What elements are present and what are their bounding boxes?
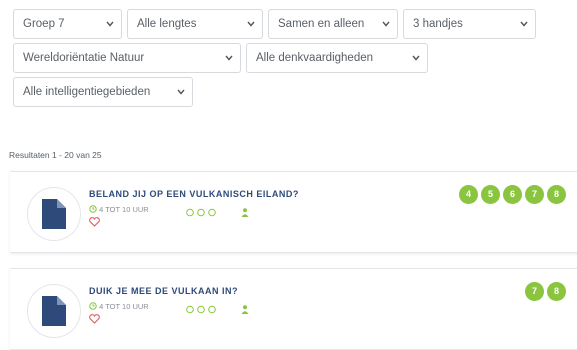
- grade-badge[interactable]: 6: [503, 185, 522, 204]
- grade-badge[interactable]: 7: [525, 282, 544, 301]
- lesson-duration: 4 TOT 10 UUR: [89, 302, 149, 311]
- group-select-value: Groep 7: [23, 18, 65, 30]
- intelligence-select[interactable]: Alle intelligentiegebieden: [13, 77, 193, 107]
- hands-icon: [186, 305, 216, 314]
- grade-badges: 4 5 6 7 8: [459, 185, 566, 204]
- person-icon: [241, 305, 249, 314]
- lesson-card[interactable]: BELAND JIJ OP EEN VULKANISCH EILAND? 4 T…: [10, 171, 577, 253]
- chevron-down-icon: [177, 89, 185, 95]
- thinking-skills-select[interactable]: Alle denkvaardigheden: [246, 43, 428, 73]
- intelligence-select-value: Alle intelligentiegebieden: [23, 86, 151, 98]
- lesson-duration-text: 4 TOT 10 UUR: [99, 302, 149, 311]
- world-orientation-select-value: Wereldoriëntatie Natuur: [23, 52, 145, 64]
- grade-badge[interactable]: 5: [481, 185, 500, 204]
- document-icon: [42, 296, 66, 326]
- length-select[interactable]: Alle lengtes: [127, 9, 263, 39]
- grade-badge[interactable]: 4: [459, 185, 478, 204]
- collaboration-select[interactable]: Samen en alleen: [268, 9, 398, 39]
- chevron-down-icon: [412, 55, 420, 61]
- hands-select-value: 3 handjes: [413, 18, 463, 30]
- collaboration-select-value: Samen en alleen: [278, 18, 365, 30]
- clock-icon: [89, 205, 97, 213]
- lesson-title[interactable]: BELAND JIJ OP EEN VULKANISCH EILAND?: [89, 189, 299, 199]
- chevron-down-icon: [382, 21, 390, 27]
- lesson-title[interactable]: DUIK JE MEE DE VULKAAN IN?: [89, 286, 238, 296]
- person-icon: [241, 208, 249, 217]
- lesson-thumbnail: [27, 284, 81, 338]
- lesson-card[interactable]: DUIK JE MEE DE VULKAAN IN? 4 TOT 10 UUR …: [10, 268, 577, 350]
- hands-select[interactable]: 3 handjes: [403, 9, 536, 39]
- world-orientation-select[interactable]: Wereldoriëntatie Natuur: [13, 43, 241, 73]
- heart-icon[interactable]: [89, 217, 100, 227]
- results-summary: Resultaten 1 - 20 van 25: [9, 150, 102, 160]
- hands-icon: [186, 208, 216, 217]
- thinking-skills-select-value: Alle denkvaardigheden: [256, 52, 374, 64]
- grade-badge[interactable]: 8: [547, 185, 566, 204]
- document-icon: [42, 199, 66, 229]
- grade-badges: 7 8: [525, 282, 566, 301]
- chevron-down-icon: [247, 21, 255, 27]
- clock-icon: [89, 302, 97, 310]
- grade-badge[interactable]: 8: [547, 282, 566, 301]
- lesson-duration: 4 TOT 10 UUR: [89, 205, 149, 214]
- chevron-down-icon: [520, 21, 528, 27]
- lesson-thumbnail: [27, 187, 81, 241]
- lesson-duration-text: 4 TOT 10 UUR: [99, 205, 149, 214]
- group-select[interactable]: Groep 7: [13, 9, 122, 39]
- grade-badge[interactable]: 7: [525, 185, 544, 204]
- heart-icon[interactable]: [89, 314, 100, 324]
- chevron-down-icon: [225, 55, 233, 61]
- chevron-down-icon: [106, 21, 114, 27]
- length-select-value: Alle lengtes: [137, 18, 197, 30]
